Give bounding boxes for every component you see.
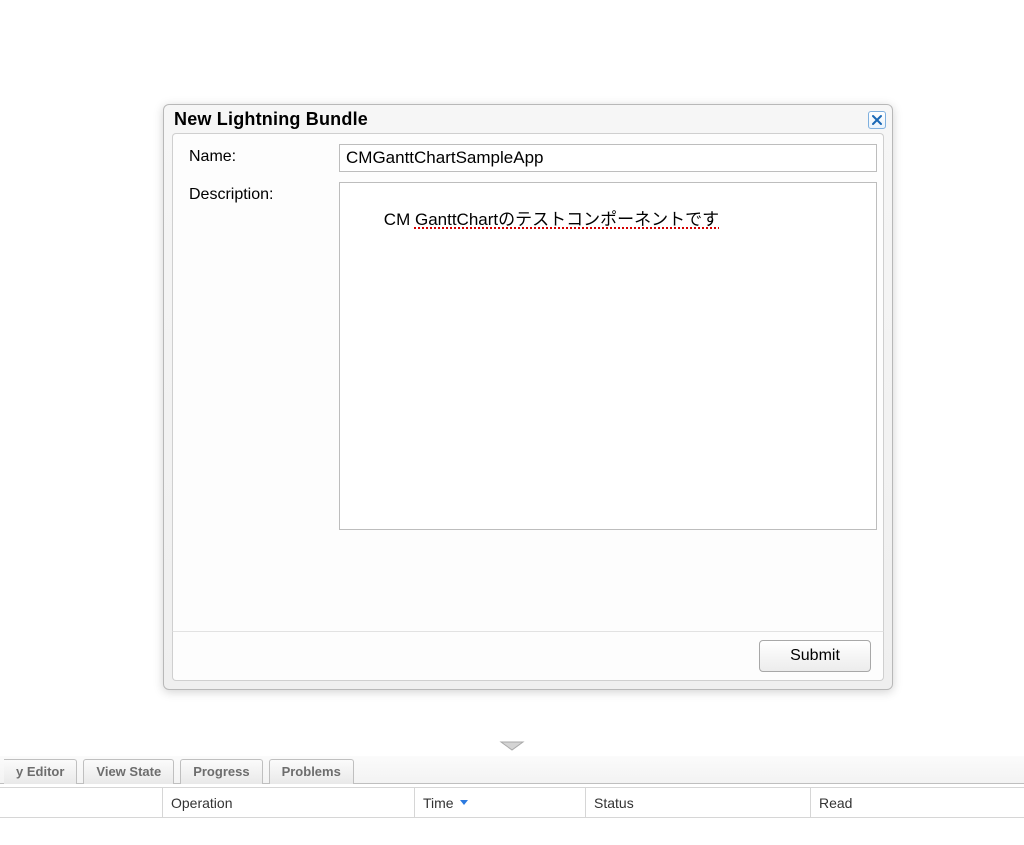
grid-col-read[interactable]: Read <box>811 788 1024 818</box>
grid-header-row: Operation Time Status Read <box>0 788 1024 818</box>
panel-resize-handle[interactable] <box>0 740 1024 756</box>
tab-view-state[interactable]: View State <box>83 759 174 784</box>
description-label: Description: <box>179 182 339 204</box>
panel-tabs: y Editor View State Progress Problems <box>0 756 1024 784</box>
name-row: Name: <box>179 144 877 172</box>
grid-col-status[interactable]: Status <box>586 788 811 818</box>
grid-col-time-label: Time <box>423 795 454 811</box>
name-input[interactable] <box>339 144 877 172</box>
description-textarea[interactable] <box>339 182 877 530</box>
close-icon <box>871 114 883 126</box>
drag-handle-icon <box>497 740 527 752</box>
name-label: Name: <box>179 144 339 166</box>
tab-progress[interactable]: Progress <box>180 759 262 784</box>
sort-desc-icon <box>460 800 468 805</box>
grid-col-operation[interactable]: Operation <box>163 788 415 818</box>
tab-query-editor[interactable]: y Editor <box>4 759 77 784</box>
grid-col-time[interactable]: Time <box>415 788 586 818</box>
tab-problems[interactable]: Problems <box>269 759 354 784</box>
dialog-body: Name: Description: CM GanttChartのテストコンポー… <box>172 133 884 631</box>
description-row: Description: CM GanttChartのテストコンポーネントです <box>179 182 877 530</box>
dialog-footer: Submit <box>172 631 884 681</box>
submit-button[interactable]: Submit <box>759 640 871 672</box>
close-button[interactable] <box>868 111 886 129</box>
grid-body <box>0 818 1024 836</box>
dialog-titlebar: New Lightning Bundle <box>164 105 892 133</box>
bottom-panel: y Editor View State Progress Problems Op… <box>0 740 1024 836</box>
dialog-title: New Lightning Bundle <box>174 109 368 130</box>
grid-col-blank[interactable] <box>0 788 163 818</box>
new-lightning-bundle-dialog: New Lightning Bundle Name: Description: … <box>163 104 893 690</box>
